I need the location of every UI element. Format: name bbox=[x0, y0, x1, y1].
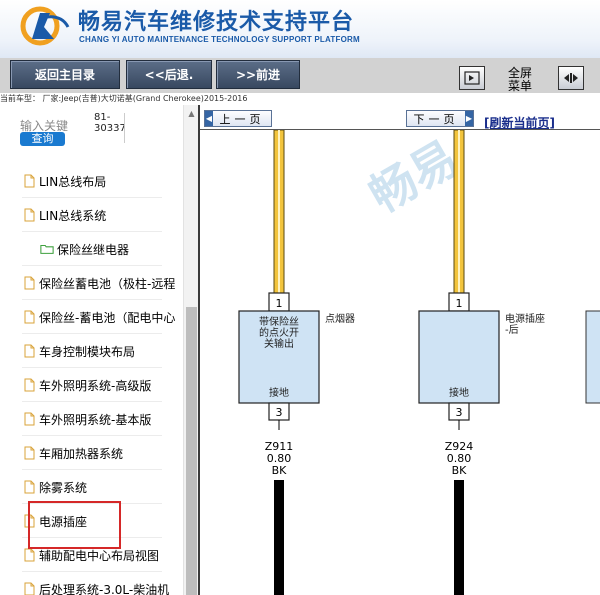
forward-button[interactable]: >>前进 bbox=[216, 60, 300, 89]
tree-item[interactable]: LIN总线布局 bbox=[22, 169, 106, 193]
pin-number-top: 1 bbox=[456, 297, 463, 310]
scroll-up-icon[interactable]: ▲ bbox=[184, 109, 198, 119]
tree-divider bbox=[22, 435, 162, 436]
document-icon bbox=[24, 174, 35, 188]
expand-arrows-icon bbox=[564, 73, 578, 83]
component-function-label: 的点火开 bbox=[259, 326, 299, 339]
tree-divider bbox=[22, 265, 162, 266]
tree-item[interactable]: 保险丝继电器 bbox=[40, 237, 129, 261]
document-icon bbox=[24, 378, 35, 392]
search-input[interactable]: 81- 30337 bbox=[94, 112, 126, 134]
component-function-label: 带保险丝 bbox=[259, 315, 299, 328]
arrow-right-icon bbox=[464, 71, 480, 85]
arrow-left-icon: ◀ bbox=[205, 111, 213, 126]
pin-number-top: 1 bbox=[276, 297, 283, 310]
sidebar: 输入关键 81- 30337 查询 LIN总线布局 LIN总线系统 保险丝继电器 保险… bbox=[0, 105, 198, 595]
black-wire bbox=[454, 480, 464, 595]
next-page-button[interactable]: 下一页 ▶ bbox=[406, 110, 474, 127]
document-icon bbox=[24, 412, 35, 426]
app-title: 畅易汽车维修技术支持平台 bbox=[78, 10, 355, 35]
document-icon bbox=[24, 344, 35, 358]
ground-label: 接地 bbox=[269, 386, 289, 399]
selection-highlight bbox=[28, 501, 121, 549]
prev-page-button[interactable]: ◀ 上一页 bbox=[204, 110, 272, 127]
component-name-label: 点烟器 bbox=[325, 312, 355, 325]
cigar-lighter-component: 1带保险丝的点火开关输出接地点烟器3Z9110.80BK bbox=[238, 130, 355, 595]
document-icon bbox=[24, 208, 35, 222]
offscreen-component bbox=[585, 310, 600, 404]
header: 畅易汽车维修技术支持平台 CHANG YI AUTO MAINTENANCE T… bbox=[0, 0, 600, 58]
tree-item-label: 车身控制模块布局 bbox=[39, 344, 136, 359]
wiring-diagram: 畅易 1带保险丝的点火开关输出接地点烟器3Z9110.80BK 1接地电源插座-… bbox=[238, 130, 600, 595]
document-icon bbox=[24, 582, 35, 595]
document-icon bbox=[24, 310, 35, 324]
tree-item-label: 后处理系统-3.0L-柴油机 bbox=[39, 582, 170, 595]
tree-item-label: LIN总线系统 bbox=[39, 208, 107, 223]
component-function-label: 关输出 bbox=[264, 337, 294, 350]
diagram-viewer: ◀ 上一页 下一页 ▶ [刷新当前页] 畅易 1 带保险丝 的点火开 关输出接地 点烟器… bbox=[198, 105, 600, 595]
back-button[interactable]: <<后退. bbox=[126, 60, 212, 89]
ground-label: 接地 bbox=[449, 386, 469, 399]
tree-item[interactable]: 车厢加热器系统 bbox=[22, 441, 123, 465]
component-name-label: 电源插座 bbox=[505, 312, 545, 325]
document-icon bbox=[24, 446, 35, 460]
tree-item-label: 车厢加热器系统 bbox=[39, 446, 124, 461]
fullscreen-menu-label[interactable]: 全屏 菜单 bbox=[505, 67, 535, 93]
tree-item-label: 车外照明系统-基本版 bbox=[39, 412, 152, 427]
search-button[interactable]: 查询 bbox=[20, 132, 65, 146]
wire-color-code: BK bbox=[272, 464, 288, 477]
tree-item[interactable]: 车外照明系统-基本版 bbox=[22, 407, 151, 431]
collapse-sidebar-button[interactable] bbox=[459, 66, 485, 90]
scrollbar-thumb[interactable] bbox=[186, 307, 197, 595]
tree-item-label: 保险丝-蓄电池（配电中心 bbox=[39, 310, 176, 325]
tree-item[interactable]: 后处理系统-3.0L-柴油机 bbox=[22, 577, 169, 595]
document-icon bbox=[24, 480, 35, 494]
document-icon bbox=[24, 548, 35, 562]
component-name-label: -后 bbox=[505, 324, 519, 336]
tree-item-label: 保险丝继电器 bbox=[57, 242, 130, 257]
search-divider bbox=[124, 113, 125, 143]
watermark: 畅易 bbox=[360, 130, 467, 223]
fullscreen-button[interactable] bbox=[558, 66, 584, 90]
tree-item[interactable]: 保险丝-蓄电池（配电中心 bbox=[22, 305, 175, 329]
refresh-page-link[interactable]: [刷新当前页] bbox=[484, 114, 555, 131]
tree-item[interactable]: 除雾系统 bbox=[22, 475, 87, 499]
tree-item[interactable]: 车外照明系统-高级版 bbox=[22, 373, 151, 397]
vehicle-info: 当前车型： 厂家:Jeep(吉普)大切诺基(Grand Cherokee)201… bbox=[0, 93, 600, 105]
tree-item-label: 车外照明系统-高级版 bbox=[39, 378, 152, 393]
rear-power-outlet-component: 1接地电源插座-后3Z9240.80BK bbox=[418, 130, 545, 595]
tree-item-label: 除雾系统 bbox=[39, 480, 88, 495]
tree-divider bbox=[22, 367, 162, 368]
page-nav-bar: ◀ 上一页 下一页 ▶ [刷新当前页] bbox=[200, 105, 600, 130]
tree-divider bbox=[22, 197, 162, 198]
arrow-right-icon: ▶ bbox=[465, 111, 473, 126]
pin-number-bottom: 3 bbox=[276, 406, 283, 419]
black-wire bbox=[274, 480, 284, 595]
sidebar-scrollbar[interactable]: ▲ bbox=[183, 105, 198, 595]
toolbar: 返回主目录 <<后退. >>前进 全屏 菜单 bbox=[0, 58, 600, 94]
tree-item[interactable]: 保险丝蓄电池（极柱-远程 bbox=[22, 271, 175, 295]
pin-number-bottom: 3 bbox=[456, 406, 463, 419]
logo-icon bbox=[20, 6, 70, 46]
tree-divider bbox=[22, 571, 162, 572]
home-button[interactable]: 返回主目录 bbox=[10, 60, 120, 89]
wire-color-code: BK bbox=[452, 464, 468, 477]
tree-divider bbox=[22, 333, 162, 334]
tree-item-label: LIN总线布局 bbox=[39, 174, 107, 189]
tree-divider bbox=[22, 299, 162, 300]
tree-item[interactable]: LIN总线系统 bbox=[22, 203, 106, 227]
folder-icon bbox=[40, 244, 54, 254]
tree-item[interactable]: 车身控制模块布局 bbox=[22, 339, 135, 363]
document-icon bbox=[24, 276, 35, 290]
tree-item-label: 辅助配电中心布局视图 bbox=[39, 548, 160, 563]
tree-divider bbox=[22, 401, 162, 402]
tree-divider bbox=[22, 231, 162, 232]
app-subtitle: CHANG YI AUTO MAINTENANCE TECHNOLOGY SUP… bbox=[79, 35, 360, 44]
tree-item-label: 保险丝蓄电池（极柱-远程 bbox=[39, 276, 176, 291]
tree-divider bbox=[22, 469, 162, 470]
